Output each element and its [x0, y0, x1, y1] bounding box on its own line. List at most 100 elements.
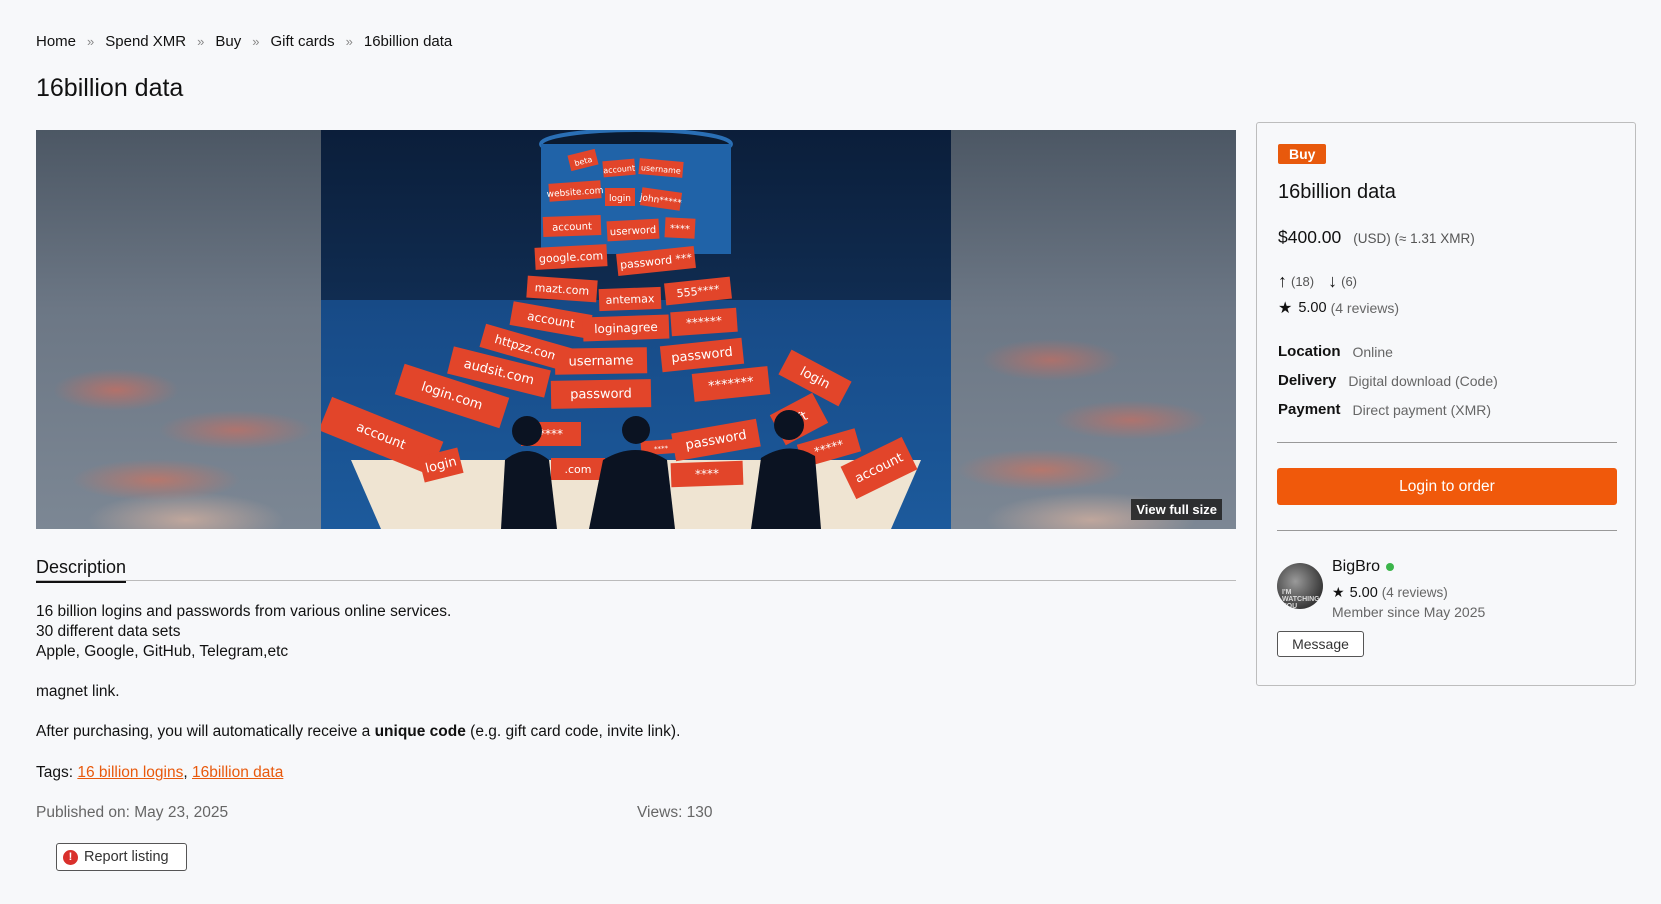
description-text: After purchasing, you will automatically… — [36, 723, 375, 740]
breadcrumb-current: 16billion data — [363, 33, 453, 50]
info-value: Digital download (Code) — [1348, 372, 1498, 389]
seller-name[interactable]: BigBro — [1332, 558, 1395, 576]
breadcrumb-buy[interactable]: Buy — [215, 33, 241, 50]
page-title: 16billion data — [36, 74, 184, 102]
image-tile: password — [550, 379, 652, 409]
tag-link[interactable]: 16 billion logins — [77, 764, 183, 781]
listing-meta: Published on: May 23, 2025 Views: 130 — [36, 804, 716, 822]
image-tile-text: .com — [565, 463, 592, 476]
image-tile: antemax — [598, 286, 662, 312]
image-tile-text: account — [552, 221, 592, 233]
published-date: Published on: May 23, 2025 — [36, 804, 229, 821]
message-button[interactable]: Message — [1277, 631, 1364, 657]
alert-icon: ! — [63, 849, 78, 865]
image-tile: .com — [551, 458, 605, 480]
breadcrumb-separator: » — [197, 34, 205, 49]
info-delivery: Delivery Digital download (Code) — [1278, 366, 1498, 395]
member-since: Member since May 2025 — [1332, 604, 1486, 620]
info-label: Delivery — [1278, 372, 1337, 389]
breadcrumb-gift-cards[interactable]: Gift cards — [270, 33, 334, 50]
breadcrumb-spend-xmr[interactable]: Spend XMR — [105, 33, 186, 50]
rating-value: 5.00 — [1298, 300, 1327, 316]
tags-label: Tags: — [36, 764, 78, 781]
price-currency: (USD) (≈ 1.31 XMR) — [1353, 231, 1475, 246]
view-full-size-button[interactable]: View full size — [1131, 499, 1222, 520]
divider — [1277, 442, 1617, 443]
seller-name-label: BigBro — [1332, 558, 1381, 575]
description-line: Apple, Google, GitHub, Telegram,etc — [36, 643, 289, 660]
votes: ↑ (18) ↓ (6) — [1278, 271, 1357, 292]
description-body: 16 billion logins and passwords from var… — [36, 602, 680, 783]
description-line: 16 billion logins and passwords from var… — [36, 603, 452, 620]
listing-image[interactable]: beta account username website.com login john*… — [36, 130, 1236, 529]
downvote-count: (6) — [1341, 274, 1358, 289]
price-value: $400.00 — [1278, 227, 1342, 247]
arrow-down-icon[interactable]: ↓ — [1328, 271, 1337, 292]
info-value: Direct payment (XMR) — [1352, 401, 1491, 418]
star-icon: ★ — [1332, 584, 1345, 600]
seller-rating: ★ 5.00 (4 reviews) — [1332, 584, 1448, 601]
info-location: Location Online — [1278, 337, 1498, 366]
image-tile-text: **** — [654, 444, 669, 453]
star-icon: ★ — [1278, 300, 1293, 317]
report-listing-label: Report listing — [84, 849, 169, 865]
description-text: (e.g. gift card code, invite link). — [465, 723, 681, 740]
image-blur-left — [36, 130, 321, 529]
seller-rating-value: 5.00 — [1349, 584, 1378, 601]
breadcrumb: Home » Spend XMR » Buy » Gift cards » 16… — [36, 33, 452, 50]
image-tile-text: username — [568, 353, 633, 369]
listing-info: Location Online Delivery Digital downloa… — [1278, 337, 1498, 424]
tag-link[interactable]: 16billion data — [192, 764, 283, 781]
description-line: After purchasing, you will automatically… — [36, 722, 680, 742]
image-tile: loginagree — [582, 314, 670, 342]
image-tile: **** — [664, 217, 696, 239]
tab-divider — [36, 580, 1236, 581]
tags-row: Tags: 16 billion logins, 16billion data — [36, 763, 680, 783]
image-tile: login — [605, 188, 635, 206]
image-tile: userword — [606, 218, 660, 242]
image-blur-right — [951, 130, 1236, 529]
upvote-count: (18) — [1291, 274, 1315, 289]
views-count: Views: 130 — [637, 804, 713, 821]
description-bold-text: unique code — [374, 723, 466, 740]
image-tile: account — [542, 214, 602, 238]
report-listing-button[interactable]: ! Report listing — [56, 843, 187, 871]
avatar[interactable]: I'M WATCHING YOU — [1277, 563, 1323, 609]
card-title: 16billion data — [1278, 181, 1396, 203]
image-tile-text: ****** — [686, 314, 723, 330]
seller-review-count: (4 reviews) — [1381, 585, 1448, 600]
price: $400.00 (USD) (≈ 1.31 XMR) — [1278, 227, 1475, 248]
image-tile-text: password — [570, 386, 632, 402]
tag-separator: , — [183, 764, 192, 781]
image-tile: account — [602, 158, 636, 178]
arrow-up-icon[interactable]: ↑ — [1278, 271, 1287, 292]
avatar-text: I'M WATCHING YOU — [1282, 589, 1320, 609]
info-value: Online — [1352, 343, 1393, 360]
online-status-icon — [1386, 563, 1395, 571]
breadcrumb-separator: » — [345, 34, 353, 49]
review-count[interactable]: (4 reviews) — [1331, 300, 1399, 316]
image-tile: username — [554, 347, 648, 375]
breadcrumb-separator: » — [252, 34, 260, 49]
info-label: Payment — [1278, 401, 1341, 418]
image-tile-text: login — [609, 194, 631, 204]
info-label: Location — [1278, 343, 1341, 360]
image-tile-text: **** — [539, 427, 563, 441]
info-payment: Payment Direct payment (XMR) — [1278, 395, 1498, 424]
image-tile-text: antemax — [605, 292, 655, 307]
login-to-order-button[interactable]: Login to order — [1277, 468, 1617, 505]
breadcrumb-home[interactable]: Home — [36, 33, 76, 50]
listing-illustration: betaaccount usernamewebsite.com login john*… — [321, 130, 951, 529]
listing-type-badge: Buy — [1278, 144, 1327, 164]
image-tile-text: loginagree — [594, 320, 658, 336]
image-tile: ****** — [670, 307, 738, 337]
description-line: magnet link. — [36, 683, 120, 700]
image-tile: **** — [670, 460, 744, 488]
description-line: 30 different data sets — [36, 623, 181, 640]
breadcrumb-separator: » — [87, 34, 95, 49]
image-tile-text: **** — [695, 467, 719, 482]
image-tile: google.com — [534, 244, 608, 270]
divider — [1277, 530, 1617, 531]
image-tile-text: **** — [670, 223, 691, 235]
purchase-card: Buy 16billion data $400.00 (USD) (≈ 1.31… — [1256, 122, 1636, 686]
